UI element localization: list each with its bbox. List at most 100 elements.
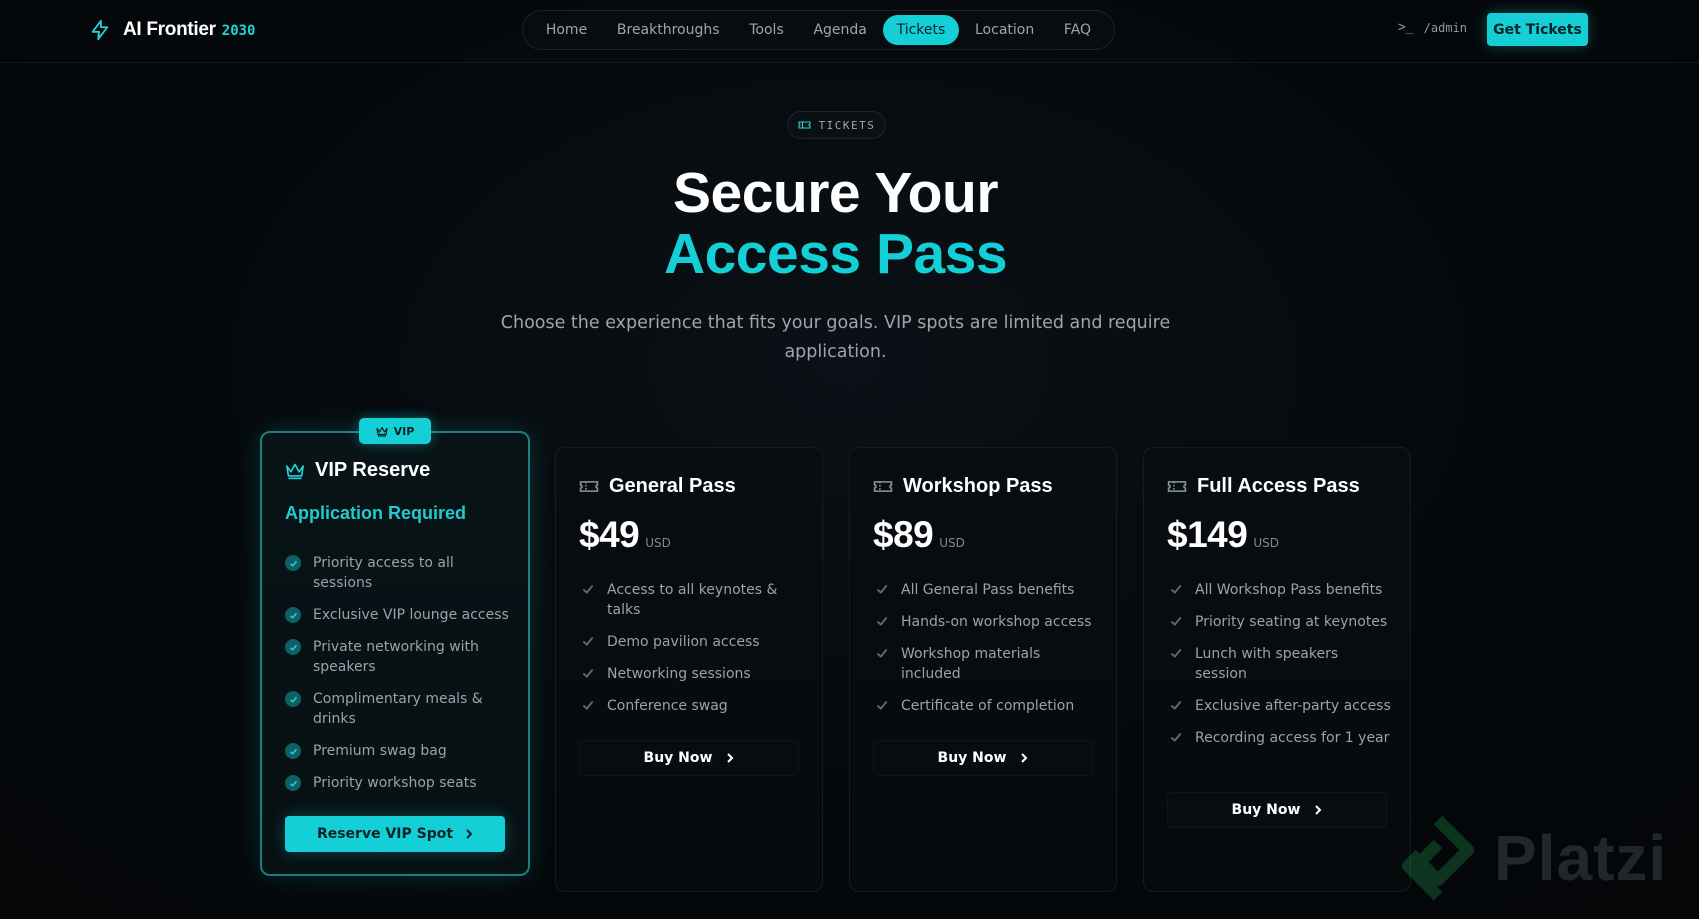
check-circle-icon <box>285 555 301 571</box>
brand-year: 2030 <box>221 23 256 39</box>
price-currency: USD <box>939 536 965 550</box>
price-currency: USD <box>1253 536 1279 550</box>
general-pass-feature-list: Access to all keynotes & talks Demo pavi… <box>579 580 799 728</box>
price-amount: $89 <box>873 514 934 555</box>
vip-badge: VIP <box>359 418 431 444</box>
crown-icon <box>286 463 304 479</box>
list-item: Hands-on workshop access <box>873 612 1098 632</box>
list-item: Priority access to all sessions <box>285 553 510 593</box>
list-item: Lunch with speakers session <box>1167 644 1392 684</box>
full-access-pass-buy-button[interactable]: Buy Now <box>1167 792 1387 828</box>
vip-badge-label: VIP <box>393 424 415 438</box>
list-item: Access to all keynotes & talks <box>579 580 799 620</box>
buy-now-label: Buy Now <box>643 750 713 766</box>
nav-breakthroughs[interactable]: Breakthroughs <box>603 15 734 45</box>
general-pass-title: General Pass <box>609 475 736 497</box>
check-circle-icon <box>285 607 301 623</box>
list-item: Exclusive VIP lounge access <box>285 605 510 625</box>
chevron-right-icon <box>727 753 734 763</box>
hero-subtitle: Choose the experience that fits your goa… <box>500 313 1171 362</box>
pill-label: TICKETS <box>818 118 876 132</box>
list-item: Exclusive after-party access <box>1167 696 1392 716</box>
terminal-icon: >_ <box>1398 20 1414 35</box>
price-amount: $149 <box>1167 514 1248 555</box>
general-pass-price: $49 USD <box>579 514 671 556</box>
site-header: AI Frontier 2030 Home Breakthroughs Tools… <box>0 0 1699 63</box>
list-item: Conference swag <box>579 696 799 716</box>
chevron-right-icon <box>1021 753 1028 763</box>
check-icon <box>876 584 888 594</box>
workshop-pass-buy-button[interactable]: Buy Now <box>873 740 1093 776</box>
nav-tools[interactable]: Tools <box>735 15 798 45</box>
price-currency: USD <box>645 536 671 550</box>
platzi-logo-icon <box>1402 815 1474 901</box>
nav-location[interactable]: Location <box>961 15 1048 45</box>
check-circle-icon <box>285 639 301 655</box>
platzi-watermark: Platzi <box>1398 812 1667 904</box>
admin-link[interactable]: >_ /admin <box>1398 20 1467 35</box>
check-icon <box>582 636 594 646</box>
nav-agenda[interactable]: Agenda <box>799 15 880 45</box>
section-pill: TICKETS <box>787 111 886 139</box>
check-icon <box>1170 584 1182 594</box>
ticket-icon <box>873 481 893 492</box>
check-circle-icon <box>285 775 301 791</box>
nav-faq[interactable]: FAQ <box>1050 15 1105 45</box>
list-item: Private networking with speakers <box>285 637 510 677</box>
check-circle-icon <box>285 743 301 759</box>
vip-feature-list: Priority access to all sessions Exclusiv… <box>285 553 510 805</box>
vip-title: VIP Reserve <box>315 459 431 481</box>
platzi-watermark-text: Platzi <box>1494 822 1668 894</box>
check-icon <box>582 700 594 710</box>
get-tickets-button[interactable]: Get Tickets <box>1487 13 1588 46</box>
admin-label: /admin <box>1423 20 1468 35</box>
check-circle-icon <box>285 691 301 707</box>
check-icon <box>582 584 594 594</box>
ticket-icon <box>798 121 811 129</box>
chevron-right-icon <box>1315 805 1322 815</box>
nav-home[interactable]: Home <box>532 15 601 45</box>
list-item: Certificate of completion <box>873 696 1098 716</box>
full-access-pass-price: $149 USD <box>1167 514 1279 556</box>
hero-title-line1: Secure Your <box>672 161 999 225</box>
nav-tickets[interactable]: Tickets <box>882 15 960 45</box>
list-item: Premium swag bag <box>285 741 510 761</box>
crown-icon <box>376 426 388 437</box>
brand-logo[interactable]: AI Frontier 2030 <box>89 18 255 42</box>
check-icon <box>1170 616 1182 626</box>
ticket-icon <box>579 481 599 492</box>
vip-card-header: VIP Reserve <box>285 459 430 482</box>
check-icon <box>1170 648 1182 658</box>
hero-title-line2: Access Pass <box>663 222 1008 286</box>
workshop-pass-header: Workshop Pass <box>873 475 1053 498</box>
list-item: Complimentary meals & drinks <box>285 689 510 729</box>
general-pass-header: General Pass <box>579 475 736 498</box>
list-item: Priority workshop seats <box>285 773 510 793</box>
chevron-right-icon <box>466 829 473 839</box>
list-item: Priority seating at keynotes <box>1167 612 1392 632</box>
general-pass-buy-button[interactable]: Buy Now <box>579 740 799 776</box>
list-item: Demo pavilion access <box>579 632 799 652</box>
list-item: All Workshop Pass benefits <box>1167 580 1392 600</box>
full-access-pass-title: Full Access Pass <box>1197 475 1360 497</box>
workshop-pass-feature-list: All General Pass benefits Hands-on works… <box>873 580 1098 728</box>
full-access-pass-header: Full Access Pass <box>1167 475 1360 498</box>
list-item: Networking sessions <box>579 664 799 684</box>
check-icon <box>876 700 888 710</box>
lightning-icon <box>91 19 109 41</box>
full-access-pass-feature-list: All Workshop Pass benefits Priority seat… <box>1167 580 1392 760</box>
list-item: Workshop materials included <box>873 644 1098 684</box>
workshop-pass-price: $89 USD <box>873 514 965 556</box>
price-amount: $49 <box>579 514 640 555</box>
check-icon <box>1170 732 1182 742</box>
check-icon <box>1170 700 1182 710</box>
reserve-vip-button[interactable]: Reserve VIP Spot <box>285 816 505 852</box>
buy-now-label: Buy Now <box>937 750 1007 766</box>
list-item: All General Pass benefits <box>873 580 1098 600</box>
ticket-icon <box>1167 481 1187 492</box>
check-icon <box>876 648 888 658</box>
list-item: Recording access for 1 year <box>1167 728 1392 748</box>
workshop-pass-title: Workshop Pass <box>903 475 1053 497</box>
vip-application-required: Application Required <box>285 503 467 523</box>
reserve-vip-label: Reserve VIP Spot <box>316 826 454 842</box>
